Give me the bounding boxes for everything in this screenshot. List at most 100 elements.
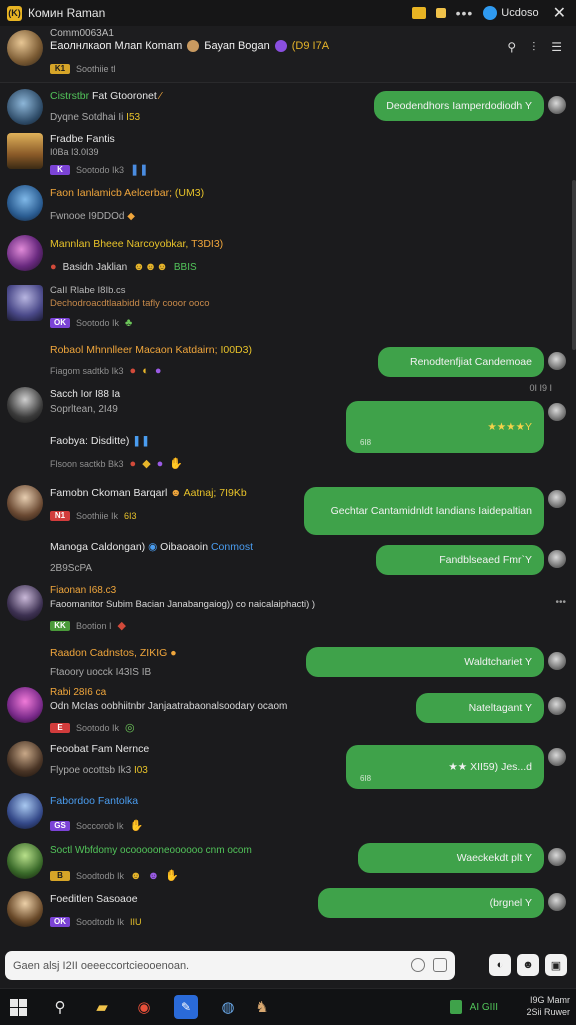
account-switcher[interactable]: Ucdoso xyxy=(483,6,539,20)
user-avatar[interactable] xyxy=(7,485,43,521)
attach-icon[interactable] xyxy=(433,958,447,972)
signal-icon[interactable]: ⫶ xyxy=(532,40,535,55)
emoji-icon[interactable] xyxy=(411,958,425,972)
more-options-icon[interactable]: ••• xyxy=(555,597,566,608)
sticker-button[interactable]: ☻ xyxy=(517,954,539,976)
sender-name[interactable]: Mannlan Bheee Narcoyobkar, xyxy=(50,238,188,250)
self-avatar xyxy=(548,697,566,715)
bubble-text: Gechtar Cantamidnldt Iandians Iaidepalti… xyxy=(330,505,532,517)
badge-icon: ◉ xyxy=(148,541,158,553)
message-input[interactable]: Gaen alsj I2II oeeeccortcieooenoan. xyxy=(5,951,455,980)
tray-app-icon[interactable] xyxy=(449,1000,462,1014)
folder-icon[interactable] xyxy=(435,8,446,18)
sent-message-bubble[interactable]: Deodendhors Iamperdodiodh Y xyxy=(374,91,544,121)
message-meta-text: Bootion I xyxy=(76,620,112,631)
reaction-icon[interactable]: ◆ xyxy=(127,211,135,222)
user-avatar[interactable] xyxy=(7,387,43,423)
message-meta-text: Sootodo Ik xyxy=(76,318,120,328)
bubble-text: Renodtenfjiat Candemoae xyxy=(409,356,532,368)
notification-icon[interactable] xyxy=(411,7,426,19)
scrollbar[interactable] xyxy=(572,180,576,350)
user-avatar[interactable] xyxy=(7,741,43,777)
sender-name[interactable]: Manoga Caldongan) xyxy=(50,541,145,553)
file-explorer-icon[interactable]: ▰ xyxy=(90,995,114,1019)
message-time: 0I I9 I xyxy=(529,383,552,393)
message-text: Dechodroacdtlaabidd tafly cooor ooco xyxy=(50,298,210,309)
user-avatar[interactable] xyxy=(7,687,43,723)
message-list[interactable]: Cistrstbr Fat Gtooronet ⁄ Dyqne Sotdhai … xyxy=(0,83,570,939)
sender-name[interactable]: Feoobat Fam Nernce xyxy=(50,743,149,755)
sender-name[interactable]: Sacch Ior I88 Ia xyxy=(50,389,120,400)
sender-name[interactable]: Raadon Cadnstos, ZIKIG xyxy=(50,647,167,659)
reaction-icon[interactable]: ♣ xyxy=(125,317,132,329)
sender-name[interactable]: Fiaonan I68.c3 xyxy=(50,585,116,596)
sender-name[interactable]: Fabordoo Fantolka xyxy=(50,795,138,807)
user-avatar[interactable] xyxy=(7,793,43,829)
voice-button[interactable]: ◐ xyxy=(489,954,511,976)
message-meta: B Soodtodb Ik ☻ ☻ ✋ xyxy=(50,869,179,882)
self-avatar xyxy=(548,550,566,568)
sender-name-link[interactable]: Conmost xyxy=(211,541,253,553)
sender-name[interactable]: Soctl Wbfdomy ocoooooneoooooo cnm ocom xyxy=(50,845,252,856)
chat-title-member: Бауап Bogan xyxy=(204,40,270,52)
sender-name[interactable]: Foeditlen Sasoaoe xyxy=(50,893,138,905)
sent-message-bubble[interactable]: Nateltagant Y xyxy=(416,693,544,723)
user-avatar[interactable] xyxy=(7,185,43,221)
message-meta: OK Soodtodb Ik IIU xyxy=(50,917,142,927)
message-meta-text: Sootodo Ik3 xyxy=(76,164,125,175)
windows-start-icon[interactable] xyxy=(6,995,30,1019)
steam-icon[interactable]: ◍ xyxy=(216,995,240,1019)
sender-name[interactable]: Famobn Ckoman Barqarl xyxy=(50,487,167,499)
user-avatar[interactable] xyxy=(7,843,43,879)
sender-name[interactable]: CaII Rlabe I8Ib.cs xyxy=(50,285,126,296)
search-icon[interactable]: ⚲ xyxy=(48,995,72,1019)
user-avatar[interactable] xyxy=(7,891,43,927)
reaction-icon[interactable]: ◆ xyxy=(118,619,126,632)
more-options-icon[interactable]: ••• xyxy=(456,5,474,21)
close-icon[interactable]: ✕ xyxy=(553,3,566,23)
sent-message-bubble[interactable]: Renodtenfjiat Candemoae xyxy=(378,347,544,377)
user-avatar[interactable] xyxy=(7,585,43,621)
reaction-icon[interactable]: ✋ xyxy=(130,819,144,832)
user-avatar[interactable] xyxy=(7,133,43,169)
message-meta: E Sootodo Ik ◎ xyxy=(50,721,135,734)
sender-name-rest: (UM3) xyxy=(174,187,205,199)
sender-name[interactable]: Rabi 28I6 ca xyxy=(50,687,106,698)
sent-message-bubble[interactable]: ★★ XII59) Jes...d 6I8 xyxy=(346,745,544,789)
sent-message-bubble[interactable]: ★★★★Y 6I8 xyxy=(346,401,544,453)
browser-icon[interactable]: ◉ xyxy=(132,995,156,1019)
user-avatar[interactable] xyxy=(7,89,43,125)
messenger-app-icon[interactable]: ✎ xyxy=(174,995,198,1019)
sender-name[interactable]: Robaol Mhnnlleer Macaon Katdairn; xyxy=(50,344,218,356)
message-number: I53 xyxy=(126,112,141,123)
user-avatar[interactable] xyxy=(7,285,43,321)
bubble-text: Waeckekdt plt Y xyxy=(456,852,532,864)
message-text: Dyqne Sotdhai Ii I53 xyxy=(50,112,140,123)
image-button[interactable]: ▣ xyxy=(545,954,567,976)
sent-message-bubble[interactable]: Waeckekdt plt Y xyxy=(358,843,544,873)
game-app-icon[interactable]: ♞ xyxy=(250,995,274,1019)
sent-message-bubble[interactable]: Waldtchariet Y xyxy=(306,647,544,677)
self-avatar xyxy=(548,96,566,114)
reaction-icon[interactable]: ❚❚ xyxy=(130,163,148,176)
sent-message-bubble[interactable]: (brgnel Y xyxy=(318,888,544,918)
sender-name-rest: Oibaoaoin xyxy=(160,541,209,553)
message-meta: N1 Soothiie Ik 6I3 xyxy=(50,511,137,521)
emoji-icon: ☻ xyxy=(130,869,142,882)
chat-title-extra: (D9 I7A xyxy=(291,40,330,52)
clock[interactable]: I9G Mamr 2Sii Ruwer xyxy=(526,994,570,1018)
user-avatar[interactable] xyxy=(7,235,43,271)
sender-name[interactable]: Fradbe Fantis xyxy=(50,133,115,145)
chat-avatar[interactable] xyxy=(7,30,43,66)
sent-message-bubble[interactable]: Gechtar Cantamidnldt Iandians Iaidepalti… xyxy=(304,487,544,535)
reaction-icon[interactable]: ◎ xyxy=(125,721,135,734)
message-meta-text: Soodtodb Ik xyxy=(76,870,125,881)
sender-name[interactable]: Cistrstbr xyxy=(50,90,89,102)
message-text: Soprltean, 2I49 xyxy=(50,404,118,415)
person-icon[interactable]: ⚲ xyxy=(507,40,516,55)
sent-message-bubble[interactable]: Fandblseaed Fmr`Y xyxy=(376,545,544,575)
sender-name[interactable]: Faon Ianlamicb Aelcerbar; xyxy=(50,187,172,199)
chat-title-text: Еаолнлкаоп Млап Кomam xyxy=(50,40,183,52)
sender-name[interactable]: Faobya: Disditte) xyxy=(50,435,129,447)
menu-icon[interactable]: ☰ xyxy=(551,40,562,55)
